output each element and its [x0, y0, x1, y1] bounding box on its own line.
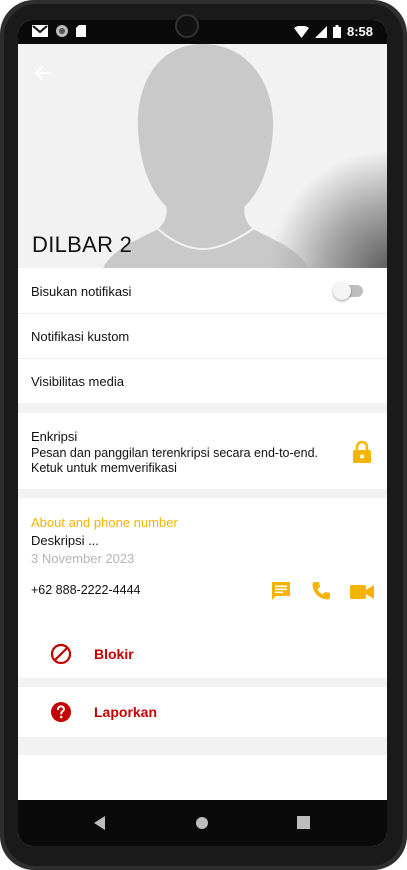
status-time: 8:58 [346, 24, 373, 39]
encryption-desc-line2: Ketuk untuk memverifikasi [31, 461, 177, 475]
encryption-desc-line1: Pesan dan panggilan terenkripsi secara e… [31, 446, 318, 460]
section-gap [18, 678, 387, 687]
gmail-icon [32, 25, 48, 37]
mute-notifications-label: Bisukan notifikasi [31, 284, 132, 299]
screen: 8:58 DILBAR 2 Bisukan notifikasi Notifik… [18, 20, 387, 846]
about-heading: About and phone number [31, 515, 178, 530]
about-description: Deskripsi ... [31, 533, 99, 548]
section-gap [18, 489, 387, 498]
block-icon [50, 643, 72, 665]
phone-icon[interactable] [311, 581, 331, 601]
status-bar: 8:58 [18, 20, 387, 44]
block-row[interactable]: Blokir [18, 628, 387, 678]
about-section: About and phone number Deskripsi ... 3 N… [18, 498, 387, 619]
custom-notifications-row[interactable]: Notifikasi kustom [18, 314, 387, 358]
message-icon[interactable] [271, 581, 291, 601]
nav-recents-icon[interactable] [297, 816, 310, 829]
contact-name: DILBAR 2 [32, 232, 133, 257]
sd-card-icon [76, 25, 86, 37]
nav-home-icon[interactable] [195, 816, 209, 830]
mute-toggle[interactable] [333, 282, 363, 300]
wifi-icon [293, 25, 309, 38]
block-label: Blokir [94, 646, 134, 662]
mute-notifications-row[interactable]: Bisukan notifikasi [18, 268, 387, 313]
about-date: 3 November 2023 [31, 551, 135, 566]
navigation-bar [18, 800, 387, 846]
signal-icon [314, 25, 327, 38]
report-help-icon [51, 702, 71, 722]
profile-header: DILBAR 2 [18, 44, 387, 268]
media-visibility-row[interactable]: Visibilitas media [18, 359, 387, 403]
encryption-title: Enkripsi [31, 429, 78, 444]
section-gap [18, 403, 387, 413]
arrow-left-icon[interactable] [32, 62, 54, 84]
video-call-icon[interactable] [350, 583, 374, 601]
battery-icon [332, 25, 341, 38]
phone-number[interactable]: +62 888-2222-4444 [31, 583, 140, 597]
media-visibility-label: Visibilitas media [31, 374, 124, 389]
nav-back-icon[interactable] [94, 816, 106, 830]
encryption-row[interactable]: Enkripsi Pesan dan panggilan terenkripsi… [18, 413, 387, 489]
device-frame: 8:58 DILBAR 2 Bisukan notifikasi Notifik… [0, 0, 407, 870]
lock-icon [353, 440, 371, 463]
custom-notifications-label: Notifikasi kustom [31, 329, 130, 344]
toggle-knob [333, 282, 351, 300]
section-gap [18, 737, 387, 755]
front-camera [175, 14, 199, 38]
report-row[interactable]: Laporkan [18, 687, 387, 737]
report-label: Laporkan [94, 704, 158, 720]
circle-icon [56, 25, 68, 37]
